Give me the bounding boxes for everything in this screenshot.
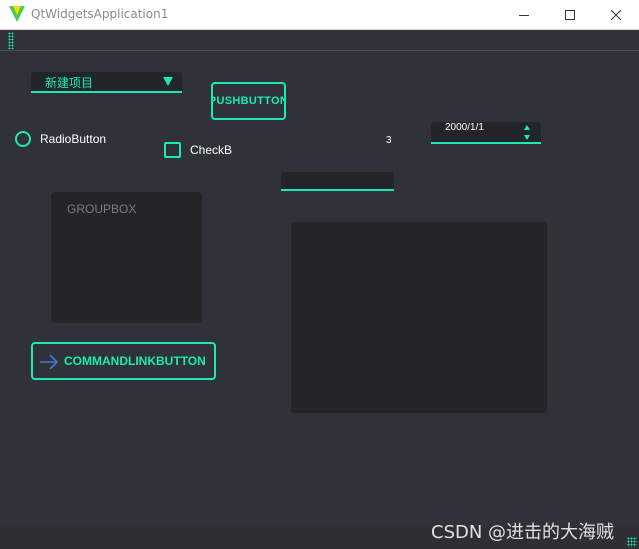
close-button[interactable] xyxy=(593,0,639,29)
minimize-icon xyxy=(519,14,529,16)
title-bar: QtWidgetsApplication1 xyxy=(0,0,639,30)
content-panel xyxy=(291,222,547,413)
command-link-label: COMMANDLINKBUTTON xyxy=(64,354,206,368)
radio-button-label[interactable]: RadioButton xyxy=(40,132,106,146)
radio-button[interactable] xyxy=(15,131,31,147)
dropdown-arrow-icon xyxy=(163,77,173,86)
minimize-button[interactable] xyxy=(501,0,547,29)
group-box: GROUPBOX xyxy=(51,192,202,323)
window-title: QtWidgetsApplication1 xyxy=(31,7,169,21)
arrow-right-icon xyxy=(40,354,59,370)
project-combo-box[interactable]: 新建项目 xyxy=(31,72,182,93)
spin-down-arrow-icon[interactable] xyxy=(524,135,530,140)
group-box-title: GROUPBOX xyxy=(67,202,137,216)
checkbox[interactable] xyxy=(164,142,181,158)
partial-label: 3 xyxy=(386,135,392,146)
push-button-label: PUSHBUTTON xyxy=(211,95,286,107)
maximize-button[interactable] xyxy=(547,0,593,29)
combo-selected-value: 新建项目 xyxy=(45,76,94,90)
close-icon xyxy=(611,9,621,20)
date-spin-box[interactable]: 2000/1/1 xyxy=(431,122,541,144)
toolbar-grip-handle[interactable] xyxy=(8,32,14,49)
line-edit-input[interactable] xyxy=(281,172,394,191)
maximize-icon xyxy=(565,9,575,20)
watermark-text: CSDN @进击的大海贼 xyxy=(431,522,615,543)
resize-grip-handle[interactable] xyxy=(627,537,637,547)
date-value: 2000/1/1 xyxy=(445,123,484,133)
push-button[interactable]: PUSHBUTTON xyxy=(211,82,286,120)
command-link-button[interactable]: COMMANDLINKBUTTON xyxy=(31,342,216,380)
checkbox-label[interactable]: CheckBox xyxy=(190,143,232,157)
toolbar xyxy=(0,30,639,51)
spin-up-arrow-icon[interactable] xyxy=(524,125,530,130)
app-logo-icon xyxy=(9,6,25,22)
